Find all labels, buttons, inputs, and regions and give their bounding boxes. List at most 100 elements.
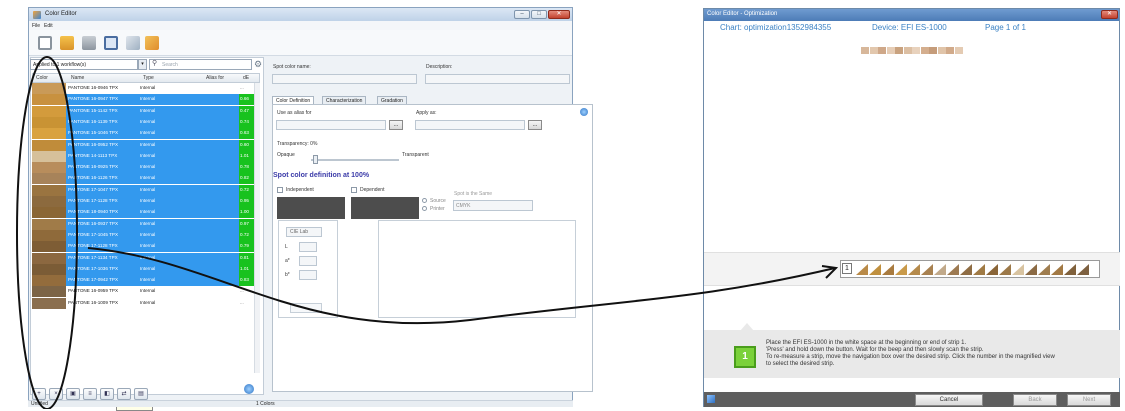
row-alias [202,116,239,128]
table-row[interactable]: PANTONE 15-1046 TPX Internal 0.63 [32,128,255,140]
column-type[interactable]: Type [143,75,154,81]
add-color-icon[interactable]: + [32,388,46,400]
dependent-checkbox[interactable] [351,187,357,193]
row-alias [202,173,239,185]
column-de[interactable]: dE [243,75,249,81]
row-type: Internal [138,184,202,196]
strip-patch [1051,264,1063,275]
table-row[interactable]: PANTONE 16-0959 TPX Internal... [32,286,255,298]
chart-patch [912,47,920,54]
table-row[interactable]: PANTONE 18-0940 TPX Internal 1.00 [32,207,255,219]
table-row[interactable]: PANTONE 15-1142 TPX Internal 0.47 [32,105,255,117]
row-name: PANTONE 15-1142 TPX [66,105,138,117]
settings-icon[interactable] [707,395,715,403]
table-row[interactable]: PANTONE 17-1128 TPX Internal 0.95 [32,196,255,207]
table-row[interactable]: PANTONE 14-1113 TPX Internal 1.01 [32,150,255,162]
workflow-filter-select[interactable]: Applied to 1 workflow(s) [30,59,138,70]
row-name: PANTONE 16-1139 TPX [66,116,138,128]
row-type: Internal [138,173,202,185]
row-alias [202,94,239,106]
info-icon[interactable] [244,384,254,394]
table-header: Color Name Type Alias for dE [32,73,260,83]
measure-icon[interactable]: ⇄ [117,388,131,400]
instruction-line: to select the desired strip. [766,361,835,367]
apply-as-field[interactable] [415,120,525,130]
table-row[interactable]: PANTONE 17-1045 TPX Internal 0.72 [32,229,255,241]
column-alias[interactable]: Alias for [206,75,224,81]
row-type: Internal [138,139,202,151]
chart-patch [878,47,886,54]
opaque-label: Opaque [277,152,295,158]
table-row[interactable]: PANTONE 16-0952 TPX Internal 0.60 [32,139,255,151]
list-scrollbar[interactable] [254,83,260,373]
printer-radio[interactable] [422,206,427,211]
table-row[interactable]: PANTONE 16-1126 TPX Internal 0.82 [32,173,255,185]
strip-patch [856,264,868,275]
color-mode-select[interactable]: CMYK [453,200,533,211]
slider-handle[interactable] [313,155,318,164]
table-row[interactable]: PANTONE 16-0946 TPX Internal... [32,83,255,94]
help-icon[interactable] [580,108,588,116]
colorspace-select[interactable]: CIE Lab [286,227,322,237]
close-icon[interactable]: ✕ [1101,10,1118,19]
gear-icon[interactable]: ⚙ [254,58,262,70]
lab-b-input[interactable] [299,270,317,280]
spot-color-name-field[interactable] [272,74,417,84]
row-alias [202,83,239,94]
color-editor-content: Applied to 1 workflow(s) ▾ Search ⚲ ⚙ Co… [28,7,593,411]
cancel-button[interactable]: Cancel [915,394,983,406]
row-de: ... [240,299,244,305]
table-row[interactable]: PANTONE 17-1036 TPX Internal 1.01 [32,263,255,275]
apply-as-browse-button[interactable]: ... [528,120,542,130]
independent-label: Independent [286,187,314,193]
chart-label: Chart: optimization1352984355 [720,23,832,32]
row-type: Internal [140,85,156,90]
lab-l-label: L [285,244,288,250]
status-document: Untitled [31,401,48,407]
table-row[interactable]: PANTONE 16-0947 TPX Internal 0.66 [32,94,255,106]
row-type: Internal [138,196,202,207]
row-alias [202,218,239,230]
device-label: Device: EFI ES-1000 [872,23,947,32]
row-name: PANTONE 16-0947 TPX [66,94,138,106]
duplicate-icon[interactable]: ▣ [66,388,80,400]
table-row[interactable]: PANTONE 17-1047 TPX Internal 0.72 [32,184,255,196]
strip-number-button[interactable]: 1 [842,263,852,274]
back-button[interactable]: Back [1013,394,1057,406]
table-row[interactable]: PANTONE 16-1009 TPX Internal... [32,297,255,309]
table-row[interactable]: PANTONE 17-0942 TPX Internal 0.83 [32,275,255,287]
transparency-slider[interactable] [311,159,399,161]
search-input[interactable]: Search [149,59,252,70]
row-de: 1.01 [239,263,255,275]
row-alias [202,275,239,287]
alias-field[interactable] [276,120,386,130]
table-row[interactable]: PANTONE 16-0937 TPX Internal 0.97 [32,218,255,230]
table-row[interactable]: PANTONE 16-0925 TPX Internal 0.78 [32,162,255,174]
same-as-label: Spot is the Same [454,191,493,197]
table-row[interactable]: PANTONE 16-1139 TPX Internal 0.74 [32,116,255,128]
source-label: Source [430,198,446,204]
optimize-icon[interactable]: ▤ [134,388,148,400]
column-color[interactable]: Color [36,75,48,81]
dependent-preview [351,197,419,219]
column-name[interactable]: Name [71,75,84,81]
measure-button[interactable] [290,303,322,313]
row-de: 0.78 [239,162,255,174]
description-field[interactable] [425,74,570,84]
row-alias [202,196,239,207]
strip-patch [869,264,881,275]
lab-a-input[interactable] [299,256,317,266]
source-radio[interactable] [422,198,427,203]
table-row[interactable]: PANTONE 17-1128 TPX Internal 0.79 [32,241,255,253]
table-row[interactable]: PANTONE 17-1134 TPX Internal 0.81 [32,252,255,264]
chevron-down-icon[interactable]: ▾ [138,59,147,70]
independent-checkbox[interactable] [277,187,283,193]
alias-browse-button[interactable]: ... [389,120,403,130]
gamut-check-icon[interactable]: ◧ [100,388,114,400]
properties-icon[interactable]: ≡ [83,388,97,400]
remove-color-icon[interactable]: × [49,388,63,400]
lab-l-input[interactable] [299,242,317,252]
chart-patch [937,47,946,54]
row-de: 1.01 [239,150,255,162]
next-button[interactable]: Next [1067,394,1111,406]
